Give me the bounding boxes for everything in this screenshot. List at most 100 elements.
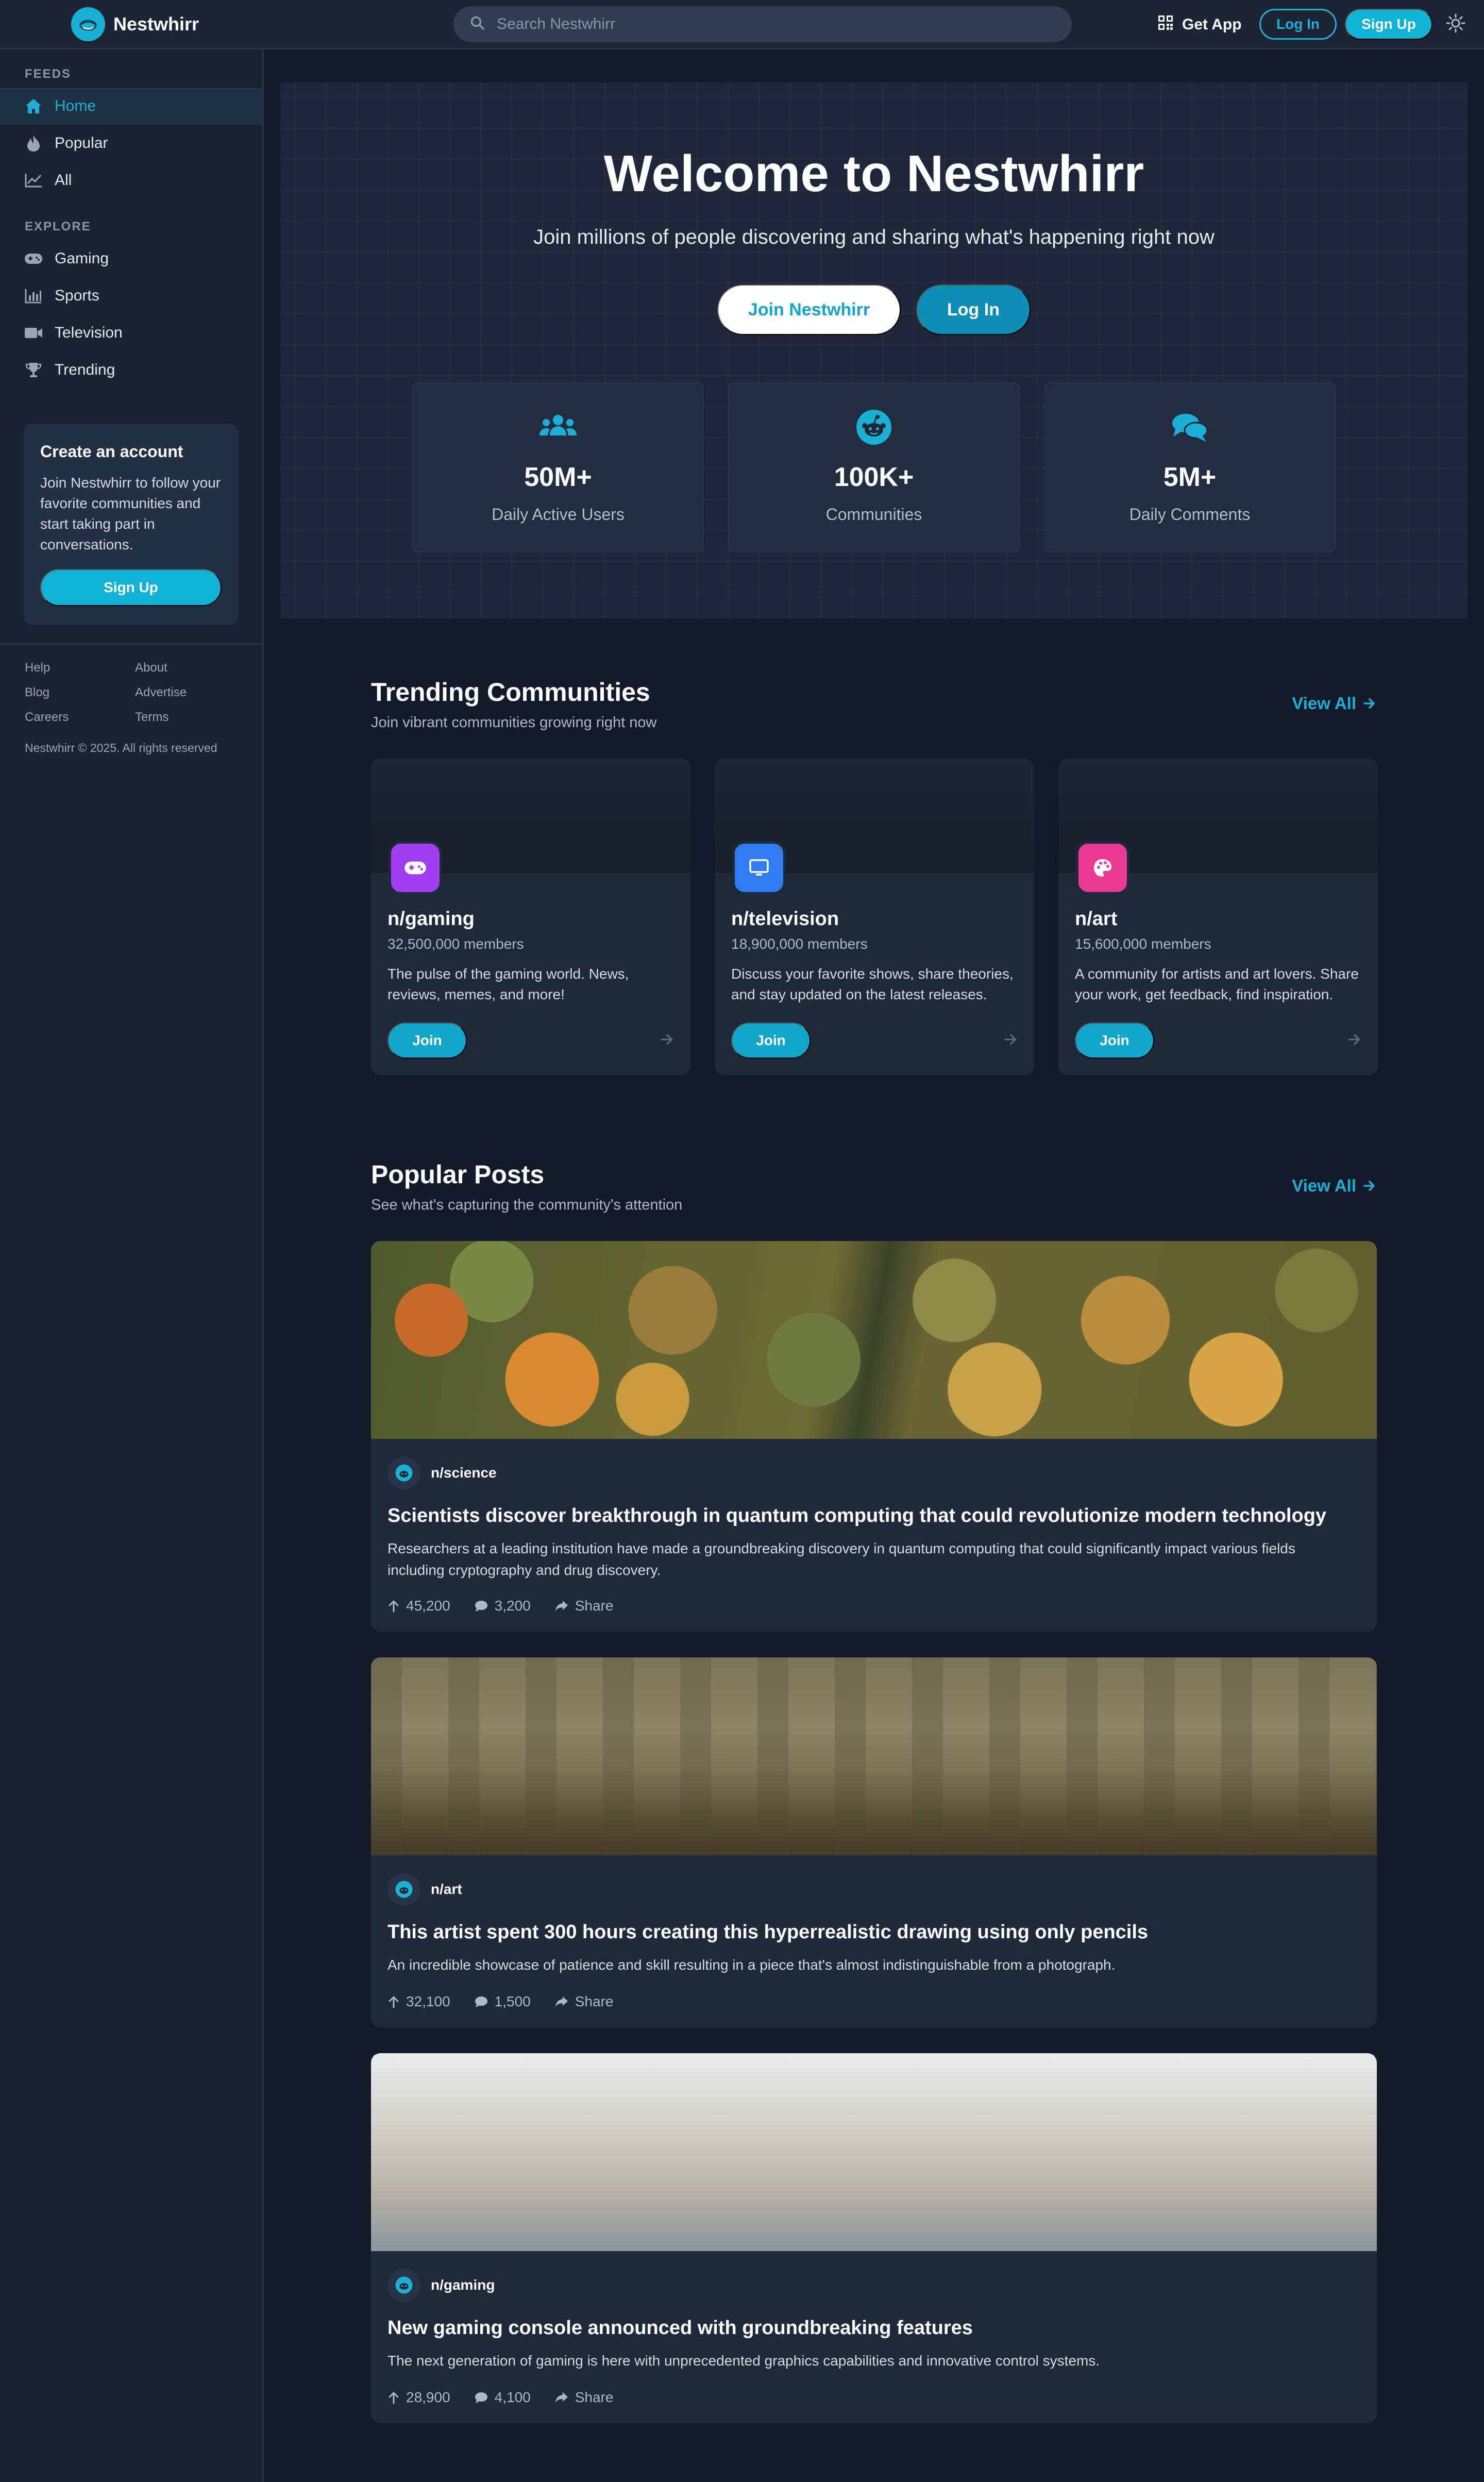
post-image-fog[interactable] (371, 2053, 1377, 2251)
community-card-art[interactable]: n/art 15,600,000 members A community for… (1058, 759, 1378, 1075)
post-community-name: n/gaming (431, 2277, 495, 2293)
footer-link-careers[interactable]: Careers (25, 710, 69, 725)
footer-link-blog[interactable]: Blog (25, 685, 49, 700)
share-icon (555, 2392, 568, 2403)
hero-join-button[interactable]: Join Nestwhirr (717, 284, 901, 335)
login-button[interactable]: Log In (1259, 9, 1337, 40)
share-button[interactable]: Share (554, 1598, 614, 1614)
footer-link-terms[interactable]: Terms (135, 710, 168, 725)
post-body: Researchers at a leading institution hav… (387, 1540, 1295, 1578)
sidebar-item-gaming[interactable]: Gaming (0, 240, 262, 277)
hero-subtitle: Join millions of people discovering and … (533, 226, 1215, 248)
share-label: Share (575, 1598, 614, 1614)
community-name[interactable]: n/art (1075, 908, 1117, 930)
sidebar-item-home[interactable]: Home (0, 88, 262, 125)
arrow-right-icon (1363, 1181, 1375, 1191)
share-icon (555, 1601, 568, 1611)
sidebar-item-trending[interactable]: Trending (0, 351, 262, 389)
get-app-button[interactable]: Get App (1157, 12, 1242, 37)
upvote-button[interactable]: 32,100 (387, 1993, 450, 2010)
post-title[interactable]: Scientists discover breakthrough in quan… (387, 1505, 1326, 1527)
sidebar-item-label: Popular (55, 135, 108, 152)
arrow-right-icon[interactable] (1003, 1032, 1019, 1050)
share-button[interactable]: Share (554, 2389, 613, 2406)
trending-view-all-link[interactable]: View All (1292, 694, 1377, 713)
hero-title: Welcome to Nestwhirr (603, 145, 1144, 203)
join-community-button[interactable]: Join (731, 1022, 811, 1059)
stat-card-users: 50M+ Daily Active Users (412, 382, 704, 552)
community-card-gaming[interactable]: n/gaming 32,500,000 members The pulse of… (371, 759, 690, 1075)
theme-toggle-button[interactable] (1445, 13, 1466, 35)
stat-label: Daily Comments (1129, 505, 1251, 524)
sidebar-item-television[interactable]: Television (0, 314, 262, 351)
comments-button[interactable]: 3,200 (474, 1598, 531, 1614)
comment-count: 3,200 (494, 1598, 531, 1614)
post-title[interactable]: This artist spent 300 hours creating thi… (387, 1921, 1148, 1943)
upvote-button[interactable]: 28,900 (387, 2389, 450, 2406)
chart-line-icon (24, 171, 43, 190)
arrow-right-icon (1363, 698, 1375, 709)
post-card[interactable]: n/art This artist spent 300 hours creati… (371, 1657, 1377, 2027)
post-community[interactable]: n/art (387, 1873, 462, 1906)
trending-title: Trending Communities (371, 678, 650, 707)
comment-icon (475, 1601, 487, 1612)
join-community-button[interactable]: Join (1075, 1022, 1154, 1059)
community-members: 32,500,000 members (387, 936, 524, 952)
footer-link-advertise[interactable]: Advertise (135, 685, 187, 700)
comments-button[interactable]: 4,100 (474, 2389, 531, 2406)
join-community-button[interactable]: Join (387, 1022, 467, 1059)
stat-card-comments: 5M+ Daily Comments (1044, 382, 1336, 552)
footer-link-help[interactable]: Help (25, 661, 50, 675)
top-bar: Nestwhirr Get App Log In Sign Up (0, 0, 1484, 49)
footer-link-about[interactable]: About (135, 661, 167, 675)
sun-icon (1446, 13, 1465, 36)
post-community[interactable]: n/gaming (387, 2269, 495, 2302)
view-all-label: View All (1292, 694, 1356, 713)
arrow-right-icon[interactable] (1347, 1032, 1362, 1050)
comments-button[interactable]: 1,500 (474, 1993, 531, 2010)
hero-login-button[interactable]: Log In (916, 284, 1031, 335)
comment-icon (475, 1997, 487, 2007)
create-account-card: Create an account Join Nestwhirr to foll… (24, 424, 238, 625)
feeds-heading: FEEDS (25, 67, 72, 81)
signup-button[interactable]: Sign Up (1345, 9, 1432, 40)
sidebar-signup-button[interactable]: Sign Up (40, 569, 222, 606)
share-button[interactable]: Share (554, 1993, 613, 2010)
community-name[interactable]: n/television (731, 908, 839, 930)
upvote-count: 28,900 (406, 2389, 450, 2405)
brand-logo-link[interactable]: Nestwhirr (71, 7, 199, 41)
post-image-forest[interactable] (371, 1241, 1377, 1439)
community-description: A community for artists and art lovers. … (1075, 966, 1359, 1002)
post-card[interactable]: n/gaming New gaming console announced wi… (371, 2053, 1377, 2423)
view-all-label: View All (1292, 1176, 1356, 1195)
popular-view-all-link[interactable]: View All (1292, 1176, 1377, 1196)
arrow-up-icon (389, 1600, 399, 1613)
post-image-city-haze[interactable] (371, 1657, 1377, 1855)
stat-card-communities: 100K+ Communities (728, 382, 1020, 552)
search-input[interactable] (497, 15, 1012, 33)
upvote-button[interactable]: 45,200 (387, 1598, 450, 1614)
sidebar-item-label: All (55, 172, 72, 189)
post-card[interactable]: n/science Scientists discover breakthrou… (371, 1241, 1377, 1632)
create-account-title: Create an account (40, 442, 183, 461)
comment-count: 4,100 (494, 2389, 531, 2405)
arrow-right-icon[interactable] (660, 1032, 675, 1050)
comment-icon (475, 2392, 487, 2403)
stat-value: 100K+ (834, 462, 914, 492)
brand-logo-icon (71, 7, 105, 41)
sidebar-item-popular[interactable]: Popular (0, 125, 262, 162)
post-community-name: n/art (431, 1881, 462, 1897)
sidebar-item-sports[interactable]: Sports (0, 277, 262, 314)
sidebar-item-all[interactable]: All (0, 162, 262, 199)
community-name[interactable]: n/gaming (387, 908, 475, 930)
popular-title: Popular Posts (371, 1160, 545, 1189)
search-bar[interactable] (453, 6, 1072, 42)
community-card-television[interactable]: n/television 18,900,000 members Discuss … (715, 759, 1034, 1075)
gamepad-icon (389, 841, 442, 895)
community-description: Discuss your favorite shows, share theor… (731, 966, 1014, 1002)
community-members: 18,900,000 members (731, 936, 868, 952)
community-avatar-icon (387, 1456, 420, 1489)
post-community[interactable]: n/science (387, 1456, 497, 1489)
arrow-up-icon (389, 1996, 399, 2008)
post-title[interactable]: New gaming console announced with ground… (387, 2317, 973, 2339)
